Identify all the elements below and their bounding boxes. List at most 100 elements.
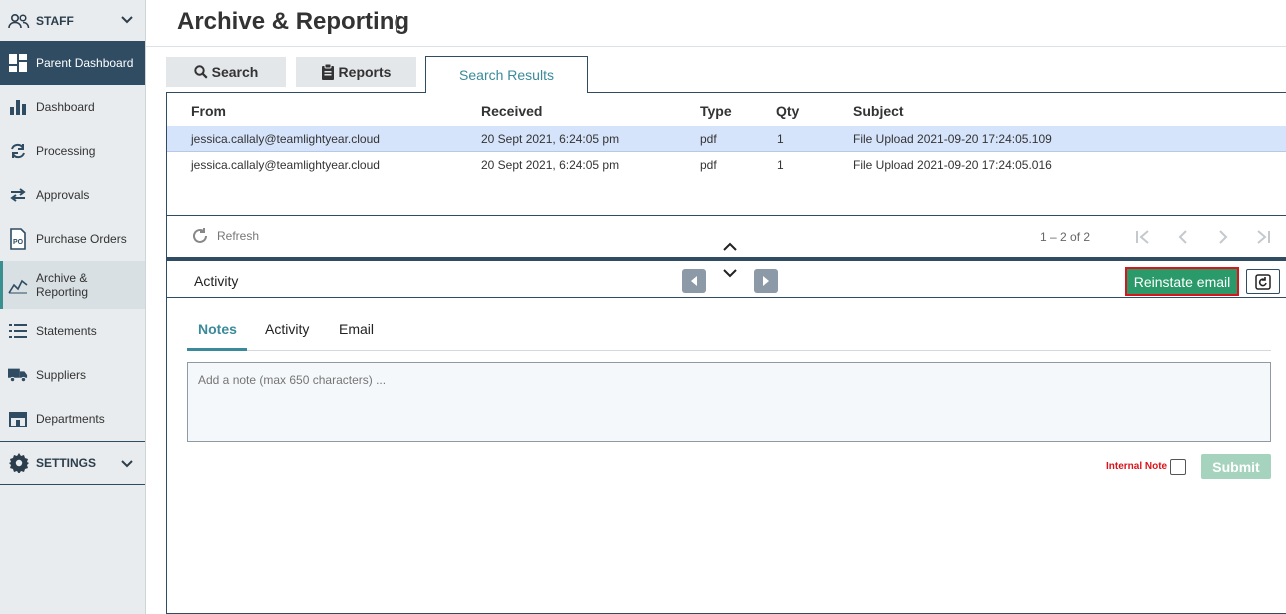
building-icon — [8, 409, 28, 429]
tab-label: Search — [211, 64, 259, 80]
last-page-button[interactable] — [1253, 227, 1273, 247]
refresh-icon — [191, 227, 209, 245]
submit-button[interactable]: Submit — [1201, 454, 1271, 479]
cell-received: 20 Sept 2021, 6:24:05 pm — [481, 158, 620, 172]
sidebar-item-label: Parent Dashboard — [36, 56, 134, 70]
refresh-button[interactable]: Refresh — [191, 227, 259, 245]
sidebar-item-purchase-orders[interactable]: PO Purchase Orders — [0, 217, 145, 261]
cell-qty: 1 — [777, 132, 784, 146]
page-title: Archive & Reporting — [177, 8, 410, 35]
active-tab-indicator — [187, 348, 247, 351]
column-header-from[interactable]: From — [191, 103, 226, 119]
sidebar-item-label: Purchase Orders — [36, 232, 127, 246]
staff-label: STAFF — [36, 13, 74, 28]
sidebar-item-label: Dashboard — [36, 100, 95, 114]
header-divider — [146, 46, 1286, 47]
swap-arrows-icon — [8, 185, 28, 205]
activity-splitter[interactable] — [167, 257, 1286, 261]
tab-label: Search Results — [459, 67, 554, 83]
cell-type: pdf — [700, 132, 717, 146]
activity-heading: Activity — [194, 273, 239, 289]
sidebar-item-departments[interactable]: Departments — [0, 397, 145, 441]
cell-received: 20 Sept 2021, 6:24:05 pm — [481, 132, 620, 146]
sync-icon — [8, 141, 28, 161]
cell-from: jessica.callaly@teamlightyear.cloud — [191, 132, 380, 146]
first-page-button[interactable] — [1133, 227, 1153, 247]
bar-chart-icon — [8, 97, 28, 117]
clipboard-icon — [321, 64, 335, 80]
staff-section-toggle[interactable]: STAFF — [0, 0, 145, 41]
chevron-down-icon — [121, 457, 133, 471]
note-input[interactable] — [187, 362, 1271, 442]
cell-from: jessica.callaly@teamlightyear.cloud — [191, 158, 380, 172]
tab-search-results[interactable]: Search Results — [425, 56, 588, 93]
truck-icon — [8, 365, 28, 385]
table-footer-divider — [167, 215, 1286, 216]
chevron-down-icon — [723, 269, 737, 278]
search-icon — [193, 65, 208, 79]
sidebar-item-dashboard[interactable]: Dashboard — [0, 85, 145, 129]
users-icon — [8, 12, 30, 30]
chevron-right-icon — [1219, 230, 1228, 244]
chevron-down-icon — [121, 13, 133, 27]
sidebar-item-label: Suppliers — [36, 368, 87, 382]
next-page-button[interactable] — [1213, 227, 1233, 247]
column-header-subject[interactable]: Subject — [853, 103, 904, 119]
dashboard-grid-icon — [8, 53, 28, 73]
inner-tabs-divider — [187, 350, 1271, 351]
column-header-type[interactable]: Type — [700, 103, 732, 119]
gear-icon — [8, 453, 30, 473]
table-row[interactable]: jessica.callaly@teamlightyear.cloud 20 S… — [167, 152, 1286, 178]
sidebar-item-label: Processing — [36, 144, 96, 158]
caret-right-icon — [763, 276, 769, 286]
tab-search[interactable]: Search — [166, 57, 286, 87]
previous-page-button[interactable] — [1173, 227, 1193, 247]
last-page-icon — [1257, 230, 1270, 244]
internal-note-label: Internal Note — [1106, 461, 1168, 472]
table-row[interactable]: jessica.callaly@teamlightyear.cloud 20 S… — [167, 126, 1286, 152]
page: STAFF Parent Dashboard Dashboard Process… — [0, 0, 1286, 614]
restore-button[interactable] — [1246, 269, 1280, 294]
sidebar-item-approvals[interactable]: Approvals — [0, 173, 145, 217]
pagination-range: 1 – 2 of 2 — [1040, 230, 1091, 244]
settings-label: SETTINGS — [36, 456, 97, 470]
column-header-qty[interactable]: Qty — [776, 103, 799, 119]
sidebar-item-label: Departments — [36, 412, 105, 426]
internal-note-checkbox[interactable] — [1170, 459, 1186, 475]
refresh-label: Refresh — [217, 229, 260, 243]
sidebar-item-suppliers[interactable]: Suppliers — [0, 353, 145, 397]
cell-subject: File Upload 2021-09-20 17:24:05.016 — [853, 158, 1052, 172]
next-record-button[interactable] — [754, 269, 778, 293]
expand-panel-button[interactable] — [723, 239, 737, 257]
tab-activity[interactable]: Activity — [265, 321, 309, 337]
svg-text:PO: PO — [13, 239, 24, 246]
title-separator — [396, 15, 397, 31]
previous-record-button[interactable] — [682, 269, 706, 293]
sidebar-item-archive-reporting[interactable]: Archive & Reporting — [0, 261, 145, 309]
cell-qty: 1 — [777, 158, 784, 172]
caret-left-icon — [691, 276, 697, 286]
reinstate-email-button[interactable]: Reinstate email — [1125, 267, 1239, 296]
cell-subject: File Upload 2021-09-20 17:24:05.109 — [853, 132, 1052, 146]
tab-label: Reports — [338, 64, 392, 80]
sidebar-item-parent-dashboard[interactable]: Parent Dashboard — [0, 41, 145, 85]
sidebar-item-label: Statements — [36, 324, 97, 338]
collapse-panel-button[interactable] — [723, 265, 737, 283]
po-document-icon: PO — [8, 228, 28, 250]
sidebar-item-statements[interactable]: Statements — [0, 309, 145, 353]
line-chart-icon — [8, 275, 28, 295]
column-header-received[interactable]: Received — [481, 103, 542, 119]
tab-reports[interactable]: Reports — [296, 57, 416, 87]
sidebar-item-processing[interactable]: Processing — [0, 129, 145, 173]
cell-type: pdf — [700, 158, 717, 172]
tab-notes[interactable]: Notes — [198, 321, 237, 337]
first-page-icon — [1136, 230, 1149, 244]
activity-divider — [167, 297, 1286, 298]
list-icon — [8, 321, 28, 341]
results-panel: From Received Type Qty Subject jessica.c… — [166, 92, 1286, 614]
settings-section-toggle[interactable]: SETTINGS — [0, 441, 145, 485]
chevron-left-icon — [1178, 230, 1187, 244]
sidebar: STAFF Parent Dashboard Dashboard Process… — [0, 0, 146, 614]
restore-icon — [1255, 273, 1271, 290]
tab-email[interactable]: Email — [339, 321, 374, 337]
